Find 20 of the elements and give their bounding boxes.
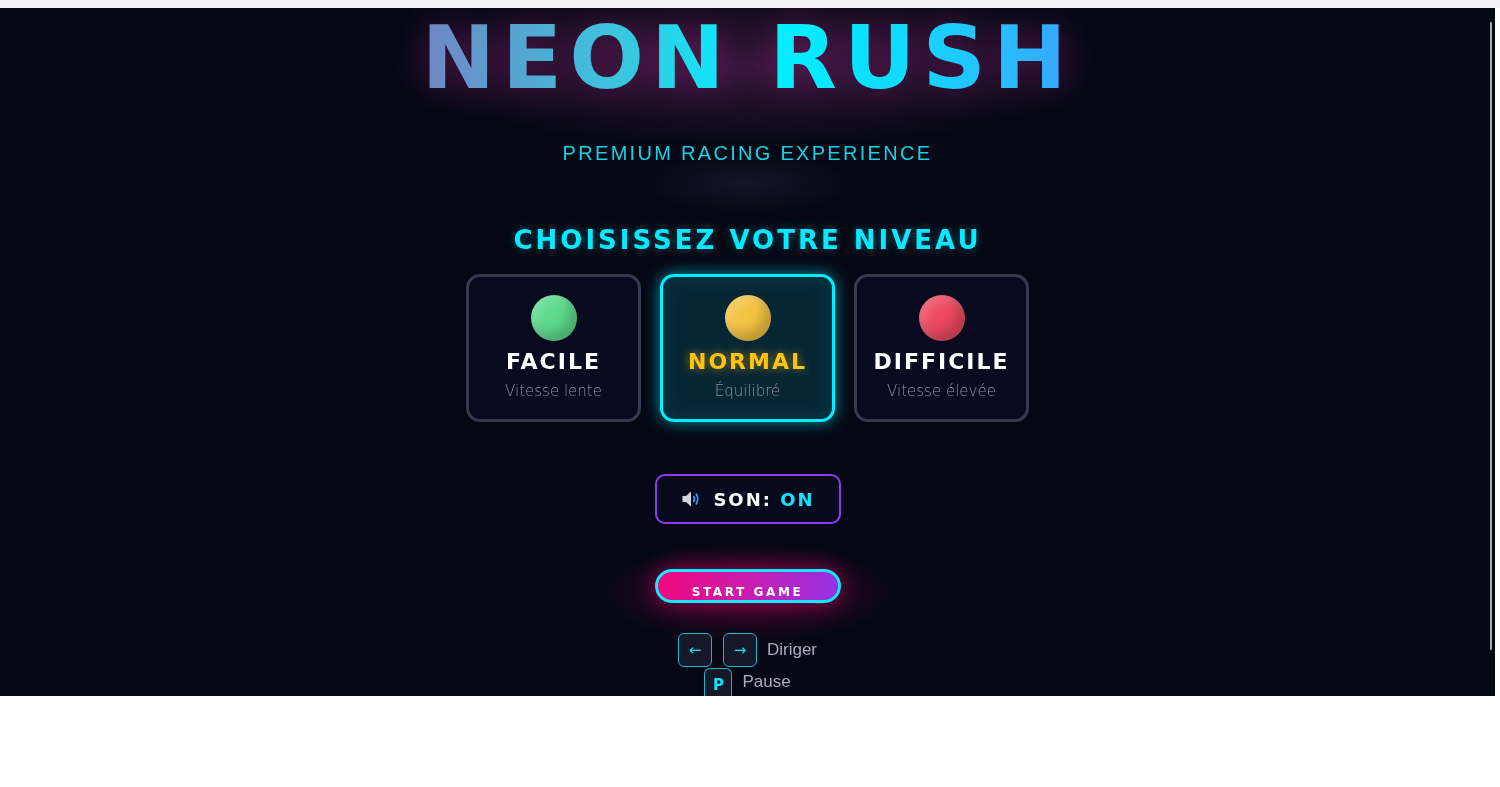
key-hint: P — [704, 668, 733, 696]
level-card[interactable]: FACILE Vitesse lente — [466, 274, 641, 422]
control-hint-label: Diriger — [766, 640, 818, 660]
level-card[interactable]: NORMAL Équilibré — [660, 274, 835, 422]
level-name: NORMAL — [688, 349, 807, 375]
sound-toggle[interactable]: SON: ON — [654, 474, 841, 525]
start-button[interactable]: START GAME — [654, 569, 841, 603]
control-hint-label: Pause — [742, 672, 791, 692]
level-card[interactable]: DIFFICILE Vitesse élevée — [854, 274, 1029, 422]
level-name: DIFFICILE — [873, 349, 1010, 375]
key-hint: ← — [677, 633, 712, 667]
scrollbar[interactable] — [1490, 22, 1492, 650]
level-name: FACILE — [506, 349, 601, 375]
level-description: Vitesse lente — [505, 381, 602, 401]
game-subtitle: PREMIUM RACING EXPERIENCE — [562, 141, 933, 165]
speaker-icon — [682, 491, 701, 508]
level-description: Équilibré — [714, 381, 781, 401]
level-description: Vitesse élevée — [887, 381, 996, 401]
level-heading: CHOISISSEZ VOTRE NIVEAU — [513, 224, 982, 256]
key-hint: → — [722, 633, 757, 667]
